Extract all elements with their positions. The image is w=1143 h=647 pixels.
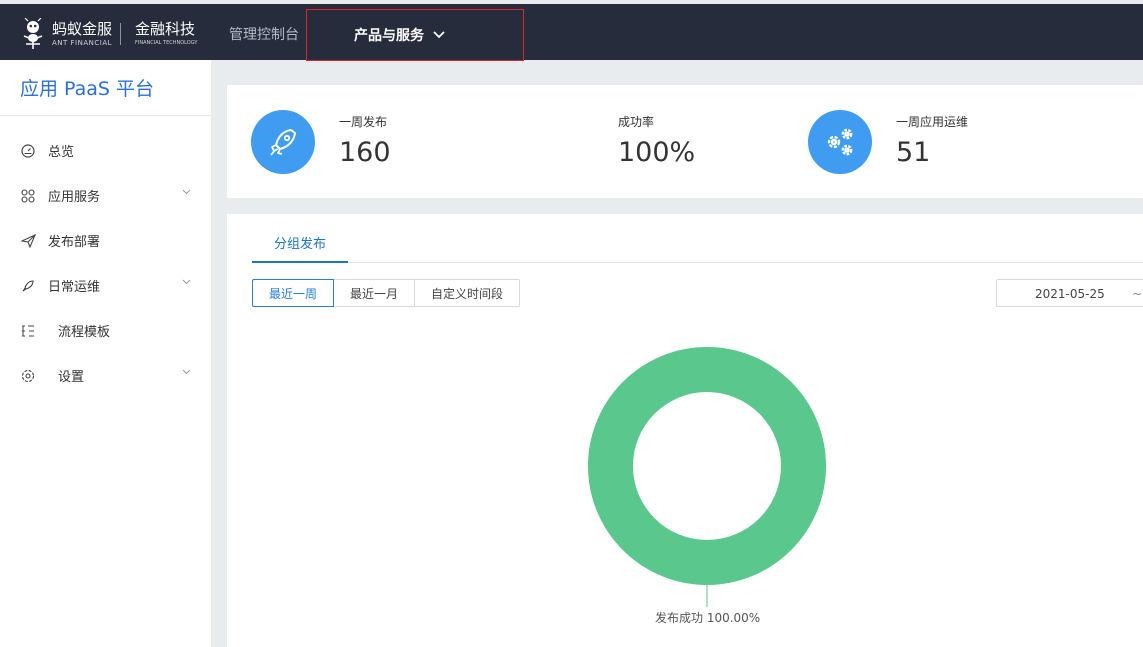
logo-text-en: ANT FINANCIAL bbox=[52, 39, 113, 47]
sidebar-item-deploy[interactable]: 发布部署 bbox=[0, 218, 211, 263]
nav-products-label: 产品与服务 bbox=[354, 28, 424, 44]
sidebar-item-label: 设置 bbox=[58, 370, 85, 385]
time-range-switch: 最近一周 最近一月 自定义时间段 bbox=[252, 279, 520, 307]
date-start-input[interactable]: 2021-05-25 bbox=[1035, 287, 1105, 301]
sidebar-item-daily-ops[interactable]: 日常运维 bbox=[0, 263, 211, 308]
tab-group-release[interactable]: 分组发布 bbox=[252, 236, 348, 263]
stat-weekly-ops-value: 51 bbox=[896, 137, 931, 168]
sidebar-item-label: 总览 bbox=[48, 145, 75, 160]
stat-weekly-releases-label: 一周发布 bbox=[339, 115, 388, 129]
chevron-down-icon bbox=[433, 31, 445, 39]
logo-text-cn: 蚂蚁金服 bbox=[52, 20, 113, 38]
gear-icon bbox=[20, 368, 36, 384]
chevron-down-icon bbox=[182, 279, 191, 285]
nav-console-link[interactable]: 管理控制台 bbox=[229, 24, 299, 44]
range-last-week-button[interactable]: 最近一周 bbox=[252, 279, 334, 307]
sidebar-item-settings[interactable]: 设置 bbox=[0, 353, 211, 398]
tab-bar: 分组发布 bbox=[252, 236, 1143, 263]
nav-products-dropdown[interactable]: 产品与服务 bbox=[306, 9, 524, 61]
stat-weekly-releases-badge bbox=[251, 110, 315, 174]
dashboard-icon bbox=[20, 143, 36, 159]
donut-slice-0[interactable] bbox=[588, 347, 826, 585]
sidebar-item-flow-templates[interactable]: 流程模板 bbox=[0, 308, 211, 353]
top-navbar: 蚂蚁金服 ANT FINANCIAL 金融科技 FINANCIAL TECHNO… bbox=[0, 0, 1143, 61]
sidebar-item-label: 流程模板 bbox=[58, 325, 111, 340]
sidebar-item-label: 日常运维 bbox=[48, 280, 101, 295]
apps-icon bbox=[20, 188, 36, 204]
stat-success-rate-value: 100% bbox=[618, 137, 696, 168]
gears-icon bbox=[827, 128, 853, 156]
rocket-icon bbox=[270, 129, 296, 156]
chevron-down-icon bbox=[182, 369, 191, 375]
paper-plane-icon bbox=[20, 233, 36, 249]
chevron-down-icon bbox=[182, 189, 191, 195]
logo-tech-cn: 金融科技 bbox=[135, 20, 196, 38]
stats-card: 一周发布 160 成功率 100% 一周应用运维 51 bbox=[227, 85, 1143, 198]
stat-weekly-releases-value: 160 bbox=[339, 137, 391, 168]
date-range-picker[interactable]: 2021-05-25 ~ bbox=[996, 279, 1143, 307]
range-last-month-button[interactable]: 最近一月 bbox=[333, 279, 415, 307]
release-panel: 分组发布 最近一周 最近一月 自定义时间段 2021-05-25 ~ 发布成功 … bbox=[227, 214, 1143, 647]
sidebar-title: 应用 PaaS 平台 bbox=[0, 60, 211, 116]
sidebar-menu: 总览 应用服务 发布部署 日常运维 流程模板 设置 bbox=[0, 128, 211, 398]
logo-divider bbox=[120, 23, 122, 45]
sidebar-item-overview[interactable]: 总览 bbox=[0, 128, 211, 173]
stat-weekly-ops-label: 一周应用运维 bbox=[896, 115, 969, 129]
stat-success-rate-label: 成功率 bbox=[618, 115, 655, 129]
logo[interactable]: 蚂蚁金服 ANT FINANCIAL 金融科技 FINANCIAL TECHNO… bbox=[20, 12, 197, 56]
release-success-donut-chart bbox=[588, 347, 826, 607]
sidebar-item-label: 应用服务 bbox=[48, 190, 101, 205]
logo-tech-en: FINANCIAL TECHNOLOGY bbox=[135, 40, 198, 46]
stat-weekly-ops-badge bbox=[808, 110, 872, 174]
flow-list-icon bbox=[20, 323, 36, 339]
range-custom-button[interactable]: 自定义时间段 bbox=[414, 279, 520, 307]
sidebar: 应用 PaaS 平台 总览 应用服务 发布部署 日常运维 流程模板 设置 bbox=[0, 60, 211, 647]
rocket-icon bbox=[20, 278, 36, 294]
donut-data-label: 发布成功 100.00% bbox=[655, 611, 761, 625]
sidebar-item-label: 发布部署 bbox=[48, 235, 101, 250]
sidebar-item-app-services[interactable]: 应用服务 bbox=[0, 173, 211, 218]
ant-logo-icon bbox=[23, 18, 43, 49]
date-range-separator: ~ bbox=[1132, 287, 1143, 301]
